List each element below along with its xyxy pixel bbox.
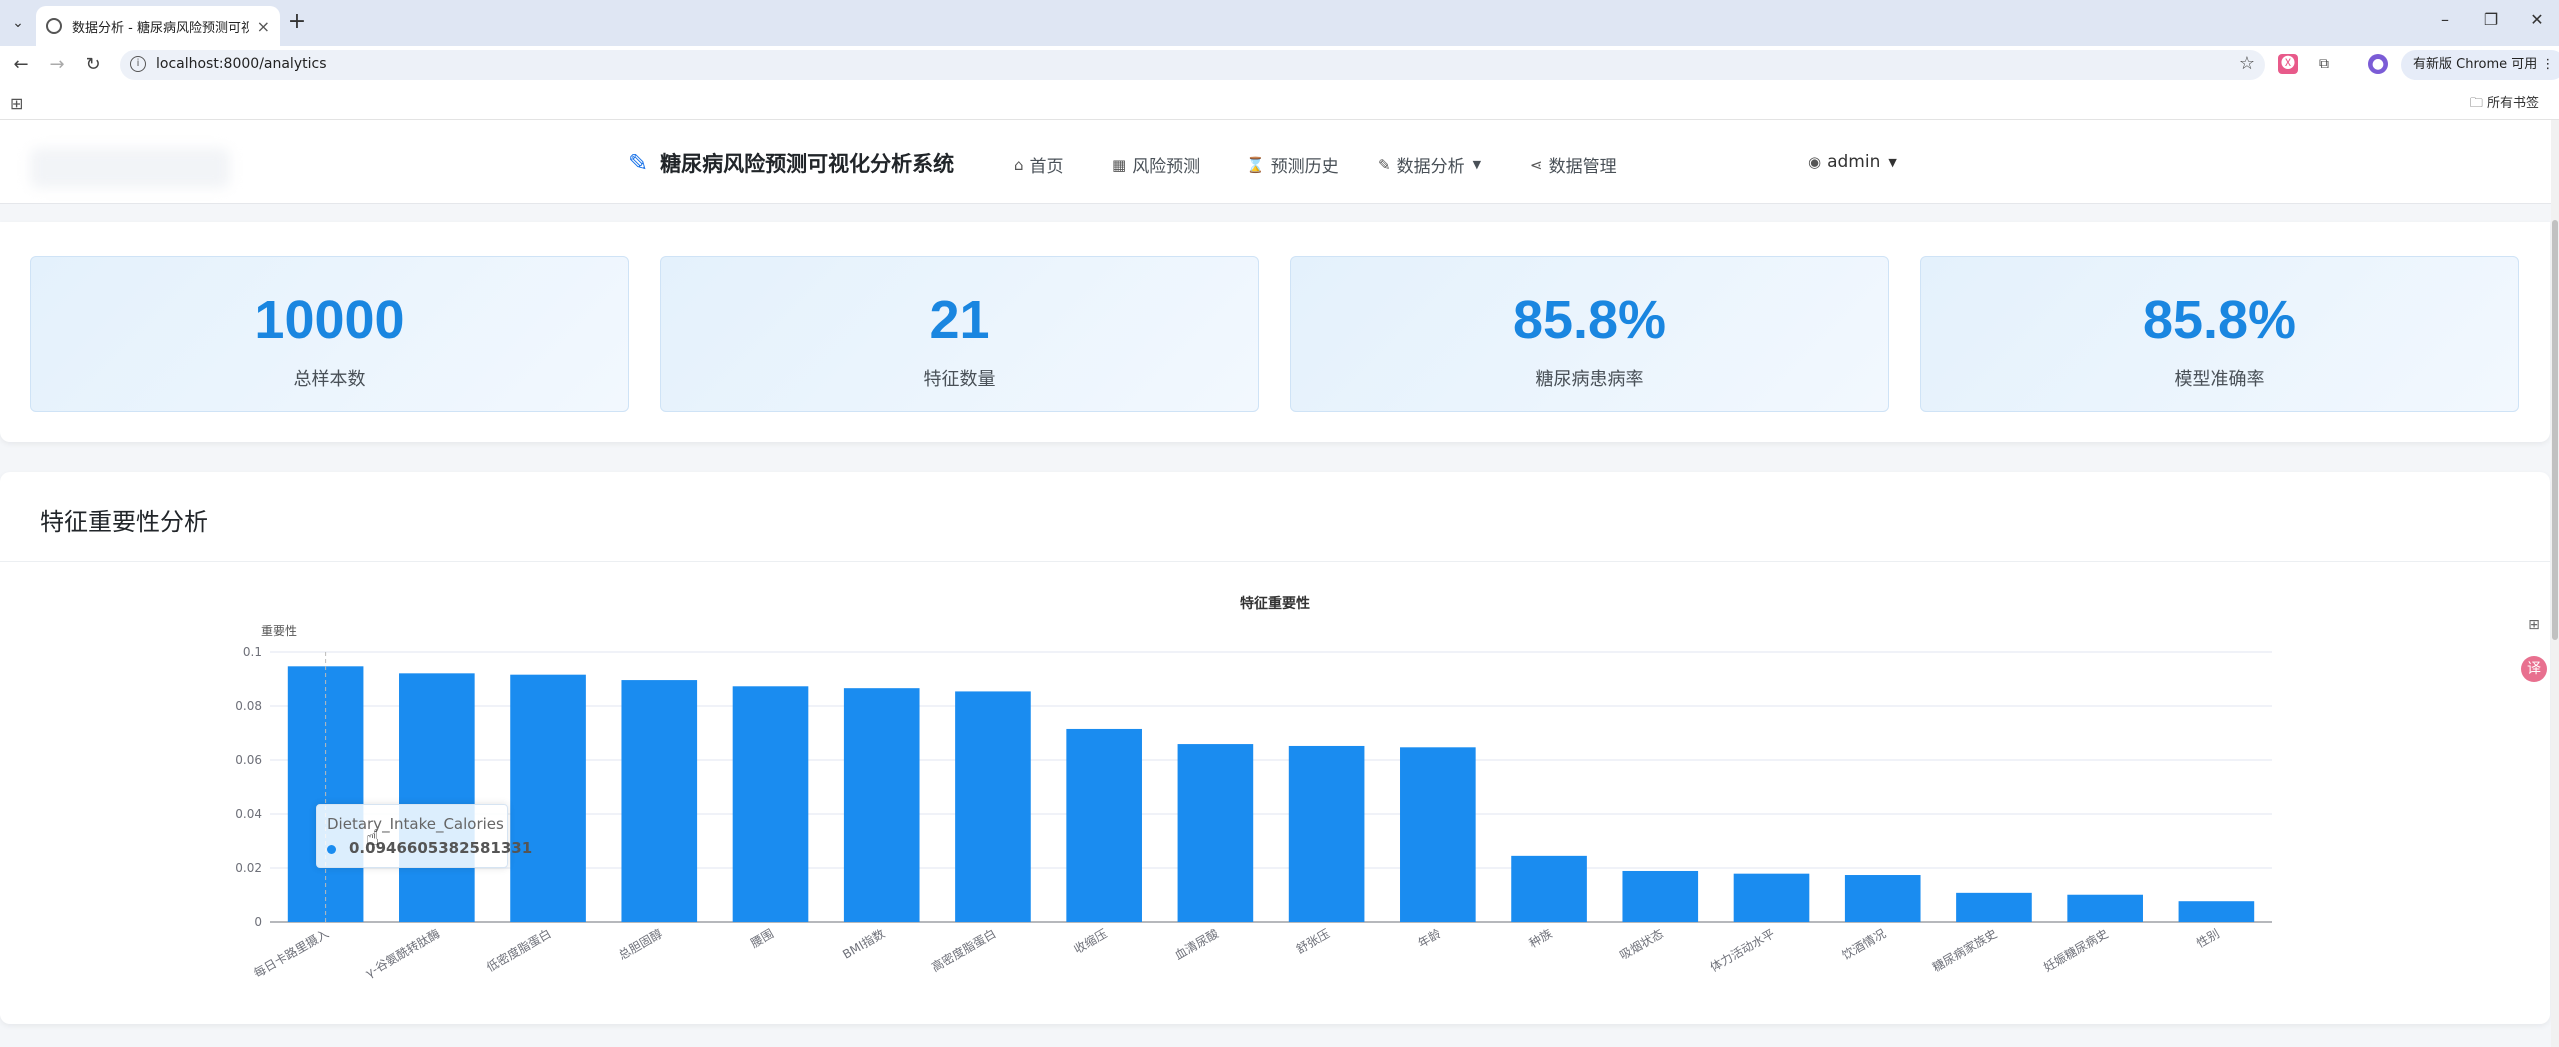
- x-tick-label: 腰围: [748, 926, 776, 950]
- bar[interactable]: [399, 673, 475, 922]
- x-tick-label: 总胆固醇: [616, 926, 665, 963]
- bar[interactable]: [955, 691, 1031, 922]
- x-tick-label: 低密度脂蛋白: [484, 926, 554, 975]
- x-tick-label: 收缩压: [1071, 926, 1110, 957]
- bar[interactable]: [621, 680, 698, 922]
- scrollbar-thumb[interactable]: [2552, 220, 2558, 640]
- bar[interactable]: [1511, 855, 1587, 922]
- bar[interactable]: [1177, 744, 1254, 922]
- x-tick-label: 性别: [2194, 926, 2222, 950]
- bar[interactable]: [2178, 901, 2255, 922]
- bar[interactable]: [843, 688, 920, 922]
- side-grid-icon[interactable]: ⊞: [2521, 612, 2547, 638]
- x-tick-label: 每日卡路里摄入: [251, 926, 331, 981]
- bar[interactable]: [1400, 747, 1476, 922]
- y-tick-label: 0.04: [235, 807, 262, 821]
- x-tick-label: 体力活动水平: [1708, 926, 1777, 974]
- x-tick-label: 糖尿病家族史: [1930, 926, 2000, 975]
- x-tick-label: 饮酒情况: [1840, 926, 1889, 962]
- bar[interactable]: [732, 686, 809, 922]
- x-tick-label: 血清尿酸: [1172, 926, 1221, 963]
- x-tick-label: γ-谷氨酰转肽酶: [363, 926, 443, 981]
- tooltip-series-dot: [327, 845, 336, 854]
- y-tick-label: 0.06: [235, 753, 262, 767]
- chart-tooltip: Dietary_Intake_Calories 0.09466053825813…: [316, 804, 532, 868]
- hand-cursor-icon: ☝: [366, 826, 380, 851]
- bar[interactable]: [510, 674, 586, 922]
- x-tick-label: 舒张压: [1294, 926, 1332, 956]
- bar[interactable]: [1956, 892, 2032, 922]
- bar[interactable]: [1288, 745, 1365, 922]
- x-tick-label: 吸烟状态: [1617, 926, 1666, 962]
- y-tick-label: 0: [254, 915, 262, 929]
- bar[interactable]: [1622, 870, 1699, 922]
- x-tick-label: 年龄: [1416, 926, 1444, 950]
- y-axis-label: 重要性: [261, 624, 297, 638]
- feature-importance-chart[interactable]: 特征重要性 重要性 每日卡路里摄入 γ-谷氨酰转肽酶 低密度脂蛋白 总胆固醇 腰围 BMI…: [0, 0, 2559, 1047]
- chart-title: 特征重要性: [1240, 595, 1310, 612]
- y-tick-label: 0.02: [235, 861, 262, 875]
- x-tick-label: BMI指数: [840, 926, 887, 962]
- y-tick-label: 0.1: [243, 645, 262, 659]
- x-tick-label: 种族: [1527, 926, 1555, 950]
- bar[interactable]: [1066, 728, 1142, 922]
- side-translate-icon[interactable]: 译: [2521, 656, 2547, 682]
- bar[interactable]: [2067, 894, 2143, 922]
- x-tick-label: 妊娠糖尿病史: [2041, 926, 2111, 975]
- page-scrollbar[interactable]: [2551, 120, 2559, 1047]
- bar[interactable]: [1733, 873, 1810, 922]
- y-tick-label: 0.08: [235, 699, 262, 713]
- bar[interactable]: [1844, 875, 1921, 922]
- x-tick-label: 高密度脂蛋白: [929, 926, 999, 975]
- tooltip-name: Dietary_Intake_Calories: [327, 815, 504, 833]
